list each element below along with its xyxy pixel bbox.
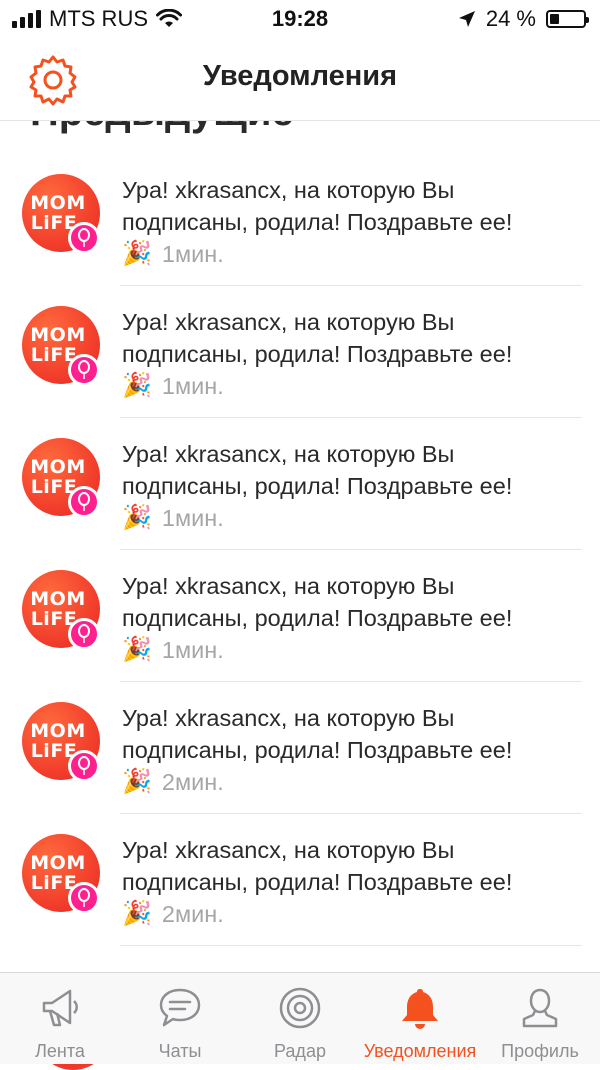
notification-body: Ура! xkrasancx, на которую Вы подписаны,… — [122, 702, 586, 798]
notification-body: Ура! xkrasancx, на которую Вы подписаны,… — [122, 174, 586, 270]
party-popper-icon: 🎉 — [122, 372, 152, 399]
party-popper-icon: 🎉 — [122, 768, 152, 795]
balloon-icon — [68, 354, 100, 386]
tab-bar: Лента Чаты Радар Уведомления Профиль — [0, 972, 600, 1064]
battery-icon — [546, 10, 589, 28]
tab-label: Лента — [35, 1041, 85, 1061]
party-popper-icon: 🎉 — [122, 900, 152, 927]
avatar-logo-line1: MOM — [30, 588, 86, 610]
notification-time: 2мин. — [161, 901, 224, 927]
notification-message: Ура! xkrasancx, на которую Вы подписаны,… — [122, 837, 513, 895]
chat-bubble-icon — [159, 988, 201, 1027]
notification-time: 1мин. — [161, 373, 224, 399]
notification-body: Ура! xkrasancx, на которую Вы подписаны,… — [122, 570, 586, 666]
balloon-icon — [68, 486, 100, 518]
notification-time: 1мин. — [161, 241, 224, 267]
page-title: Уведомления — [202, 60, 398, 92]
notification-list: MOM LiFE Ура! xkrasancx, на которую Вы под… — [0, 154, 600, 946]
balloon-icon — [68, 618, 100, 650]
tab-label: Радар — [274, 1041, 326, 1061]
notification-time: 1мин. — [161, 505, 224, 531]
notification-message: Ура! xkrasancx, на которую Вы подписаны,… — [122, 177, 513, 235]
tab-label: Уведомления — [363, 1041, 477, 1061]
party-popper-icon: 🎉 — [122, 636, 152, 663]
avatar-logo-line1: MOM — [30, 456, 86, 478]
notification-meta: 🎉 1мин. — [122, 634, 586, 666]
notification-body: Ура! xkrasancx, на которую Вы подписаны,… — [122, 306, 586, 402]
notification-body: Ура! xkrasancx, на которую Вы подписаны,… — [122, 438, 586, 534]
tab-label: Профиль — [501, 1041, 579, 1061]
status-right: 24 % — [458, 6, 589, 32]
tab-chats[interactable]: Чаты — [120, 973, 240, 1064]
party-popper-icon: 🎉 — [122, 504, 152, 531]
location-arrow-icon — [458, 11, 475, 27]
tab-notifications[interactable]: Уведомления — [360, 973, 480, 1064]
notification-meta: 🎉 2мин. — [122, 766, 586, 798]
battery-percent: 24 % — [485, 6, 536, 31]
notification-message: Ура! xkrasancx, на которую Вы подписаны,… — [122, 573, 513, 631]
section-title: Предыдущие — [30, 120, 294, 135]
notification-item[interactable]: MOM LiFE Ура! xkrasancx, на которую Вы под… — [0, 418, 600, 550]
notification-item[interactable]: MOM LiFE Ура! xkrasancx, на которую Вы под… — [0, 682, 600, 814]
notification-message: Ура! xkrasancx, на которую Вы подписаны,… — [122, 309, 513, 367]
app-header: Уведомления — [0, 38, 600, 121]
notifications-content[interactable]: Предыдущие MOMLiFEУра! xkrasancx, на кот… — [0, 120, 600, 972]
balloon-icon — [68, 882, 100, 914]
notification-message: Ура! xkrasancx, на которую Вы подписаны,… — [122, 705, 513, 763]
notification-meta: 🎉 1мин. — [122, 502, 586, 534]
person-icon — [522, 988, 558, 1028]
balloon-icon — [68, 750, 100, 782]
notification-item[interactable]: MOM LiFE Ура! xkrasancx, на которую Вы под… — [0, 550, 600, 682]
party-popper-icon: 🎉 — [122, 240, 152, 267]
status-bar: MTS RUS 19:28 24 % — [0, 0, 600, 38]
avatar-logo-line1: MOM — [30, 852, 86, 874]
notification-body: Ура! xkrasancx, на которую Вы подписаны,… — [122, 834, 586, 930]
radar-icon — [279, 987, 321, 1029]
tab-feed[interactable]: Лента — [0, 973, 120, 1064]
tab-radar[interactable]: Радар — [240, 973, 360, 1064]
notification-item[interactable]: MOM LiFE Ура! xkrasancx, на которую Вы под… — [0, 154, 600, 286]
tab-label: Чаты — [158, 1041, 202, 1061]
avatar-logo-line1: MOM — [30, 720, 86, 742]
notification-time: 2мин. — [161, 769, 224, 795]
notification-meta: 🎉 2мин. — [122, 898, 586, 930]
notification-meta: 🎉 1мин. — [122, 370, 586, 402]
notification-item[interactable]: MOM LiFE Ура! xkrasancx, на которую Вы под… — [0, 814, 600, 946]
megaphone-icon — [42, 989, 78, 1027]
notification-message: Ура! xkrasancx, на которую Вы подписаны,… — [122, 441, 513, 499]
avatar-logo-line1: MOM — [30, 324, 86, 346]
notification-time: 1мин. — [161, 637, 224, 663]
bell-icon — [402, 989, 438, 1029]
notification-meta: 🎉 1мин. — [122, 238, 586, 270]
tab-profile[interactable]: Профиль — [480, 973, 600, 1064]
avatar-logo-line1: MOM — [30, 192, 86, 214]
balloon-icon — [68, 222, 100, 254]
notification-item[interactable]: MOM LiFE Ура! xkrasancx, на которую Вы под… — [0, 286, 600, 418]
